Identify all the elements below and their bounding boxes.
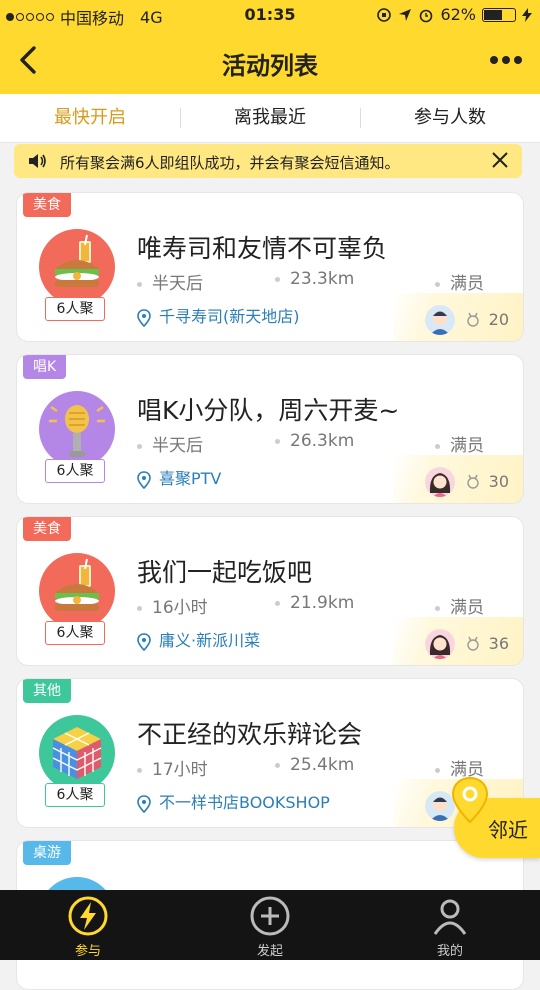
start-time: 17小时 bbox=[137, 755, 208, 780]
medal-icon bbox=[467, 312, 479, 327]
male-avatar[interactable] bbox=[425, 305, 455, 335]
notice-close-button[interactable] bbox=[488, 148, 512, 172]
location-pin-icon bbox=[137, 632, 151, 651]
category-tag: 美食 bbox=[23, 517, 71, 541]
participant-corner: 30 bbox=[393, 455, 523, 503]
activity-card[interactable]: 其他 6人聚 不正经的欢乐辩论会 17小时 25.4km 满员 不一样书店BOO… bbox=[16, 678, 524, 828]
alarm-icon bbox=[420, 9, 433, 22]
nav-create[interactable]: 发起 bbox=[230, 894, 310, 959]
tab-nearest[interactable]: 离我最近 bbox=[180, 94, 360, 142]
notice-text: 所有聚会满6人即组队成功，并会有聚会短信通知。 bbox=[60, 154, 400, 172]
location-pin-icon bbox=[137, 470, 151, 489]
points-count: 36 bbox=[488, 634, 509, 653]
capacity-badge: 6人聚 bbox=[45, 621, 105, 645]
medal-icon bbox=[467, 636, 479, 651]
status: 满员 bbox=[435, 431, 484, 456]
create-icon bbox=[250, 896, 290, 936]
map-pin-icon bbox=[451, 776, 489, 824]
location-name: 喜聚PTV bbox=[159, 469, 222, 488]
distance: 26.3km bbox=[275, 431, 354, 451]
tab-participants[interactable]: 参与人数 bbox=[360, 94, 540, 142]
battery-icon bbox=[482, 7, 516, 22]
nav-mine[interactable]: 我的 bbox=[410, 894, 490, 959]
nearby-label: 邻近 bbox=[488, 818, 528, 842]
category-tag: 桌游 bbox=[23, 841, 71, 865]
more-button[interactable] bbox=[486, 44, 526, 76]
top-bar: 中国移动 4G 01:35 62% 活动列表 bbox=[0, 0, 540, 94]
sort-tabs: 最快开启 离我最近 参与人数 bbox=[0, 94, 540, 143]
location-link[interactable]: 喜聚PTV bbox=[137, 465, 221, 489]
close-icon bbox=[492, 152, 508, 168]
category-tag: 美食 bbox=[23, 193, 71, 217]
female-avatar[interactable] bbox=[425, 629, 455, 659]
location-link[interactable]: 庸义·新派川菜 bbox=[137, 627, 260, 651]
notice-banner: 所有聚会满6人即组队成功，并会有聚会短信通知。 bbox=[14, 144, 522, 178]
activity-title: 唱K小分队，周六开麦~ bbox=[137, 396, 400, 425]
points-count: 20 bbox=[488, 310, 509, 329]
lightning-icon bbox=[68, 896, 108, 936]
nav-mine-label: 我的 bbox=[436, 944, 463, 959]
capacity-badge: 6人聚 bbox=[45, 297, 105, 321]
activity-card[interactable]: 唱K 6人聚 唱K小分队，周六开麦~ 半天后 26.3km 满员 喜聚PTV 3… bbox=[16, 354, 524, 504]
rubik-cube-icon bbox=[39, 715, 115, 791]
location-pin-icon bbox=[137, 794, 151, 813]
distance: 23.3km bbox=[275, 269, 354, 289]
participant-corner: 36 bbox=[393, 617, 523, 665]
location-link[interactable]: 千寻寿司(新天地店) bbox=[137, 303, 300, 327]
activity-title: 不正经的欢乐辩论会 bbox=[137, 720, 363, 749]
location-name: 庸义·新派川菜 bbox=[159, 631, 261, 650]
page-title: 活动列表 bbox=[222, 52, 318, 80]
user-icon bbox=[433, 899, 467, 935]
food-sandwich-icon bbox=[39, 229, 115, 305]
location-arrow-icon bbox=[399, 8, 412, 21]
nearby-button[interactable]: 邻近 bbox=[451, 776, 540, 858]
activity-card[interactable]: 美食 6人聚 我们一起吃饭吧 16小时 21.9km 满员 庸义·新派川菜 36 bbox=[16, 516, 524, 666]
distance: 25.4km bbox=[275, 755, 354, 775]
start-time: 16小时 bbox=[137, 593, 208, 618]
nav-participate-label: 参与 bbox=[74, 944, 101, 959]
charging-icon bbox=[522, 7, 532, 22]
bottom-nav: 参与 发起 我的 bbox=[0, 890, 540, 960]
category-tag: 其他 bbox=[23, 679, 71, 703]
nav-participate[interactable]: 参与 bbox=[48, 894, 128, 959]
participant-corner: 20 bbox=[393, 293, 523, 341]
start-time: 半天后 bbox=[137, 269, 203, 294]
capacity-badge: 6人聚 bbox=[45, 783, 105, 807]
speaker-icon bbox=[29, 154, 46, 168]
location-pin-icon bbox=[137, 308, 151, 327]
location-name: 不一样书店BOOKSHOP bbox=[159, 793, 330, 812]
status-bar: 中国移动 4G 01:35 62% bbox=[0, 0, 540, 30]
tab-fastest-start[interactable]: 最快开启 bbox=[0, 94, 180, 142]
activity-card[interactable]: 美食 6人聚 唯寿司和友情不可辜负 半天后 23.3km 满员 千寻寿司(新天地… bbox=[16, 192, 524, 342]
female-avatar[interactable] bbox=[425, 467, 455, 497]
category-tag: 唱K bbox=[23, 355, 67, 379]
nav-create-label: 发起 bbox=[256, 944, 283, 959]
navigation-bar: 活动列表 bbox=[0, 30, 540, 94]
food-sandwich-icon bbox=[39, 553, 115, 629]
distance: 21.9km bbox=[275, 593, 354, 613]
medal-icon bbox=[467, 474, 479, 489]
status: 满员 bbox=[435, 269, 484, 294]
activity-title: 唯寿司和友情不可辜负 bbox=[137, 234, 388, 263]
more-dots-icon bbox=[490, 56, 522, 64]
battery-percent: 62% bbox=[440, 5, 476, 24]
status: 满员 bbox=[435, 593, 484, 618]
location-link[interactable]: 不一样书店BOOKSHOP bbox=[137, 789, 330, 813]
capacity-badge: 6人聚 bbox=[45, 459, 105, 483]
rotation-lock-icon bbox=[377, 7, 392, 22]
microphone-icon bbox=[39, 391, 115, 467]
start-time: 半天后 bbox=[137, 431, 203, 456]
activity-title: 我们一起吃饭吧 bbox=[137, 558, 313, 587]
points-count: 30 bbox=[488, 472, 509, 491]
location-name: 千寻寿司(新天地店) bbox=[159, 307, 300, 326]
